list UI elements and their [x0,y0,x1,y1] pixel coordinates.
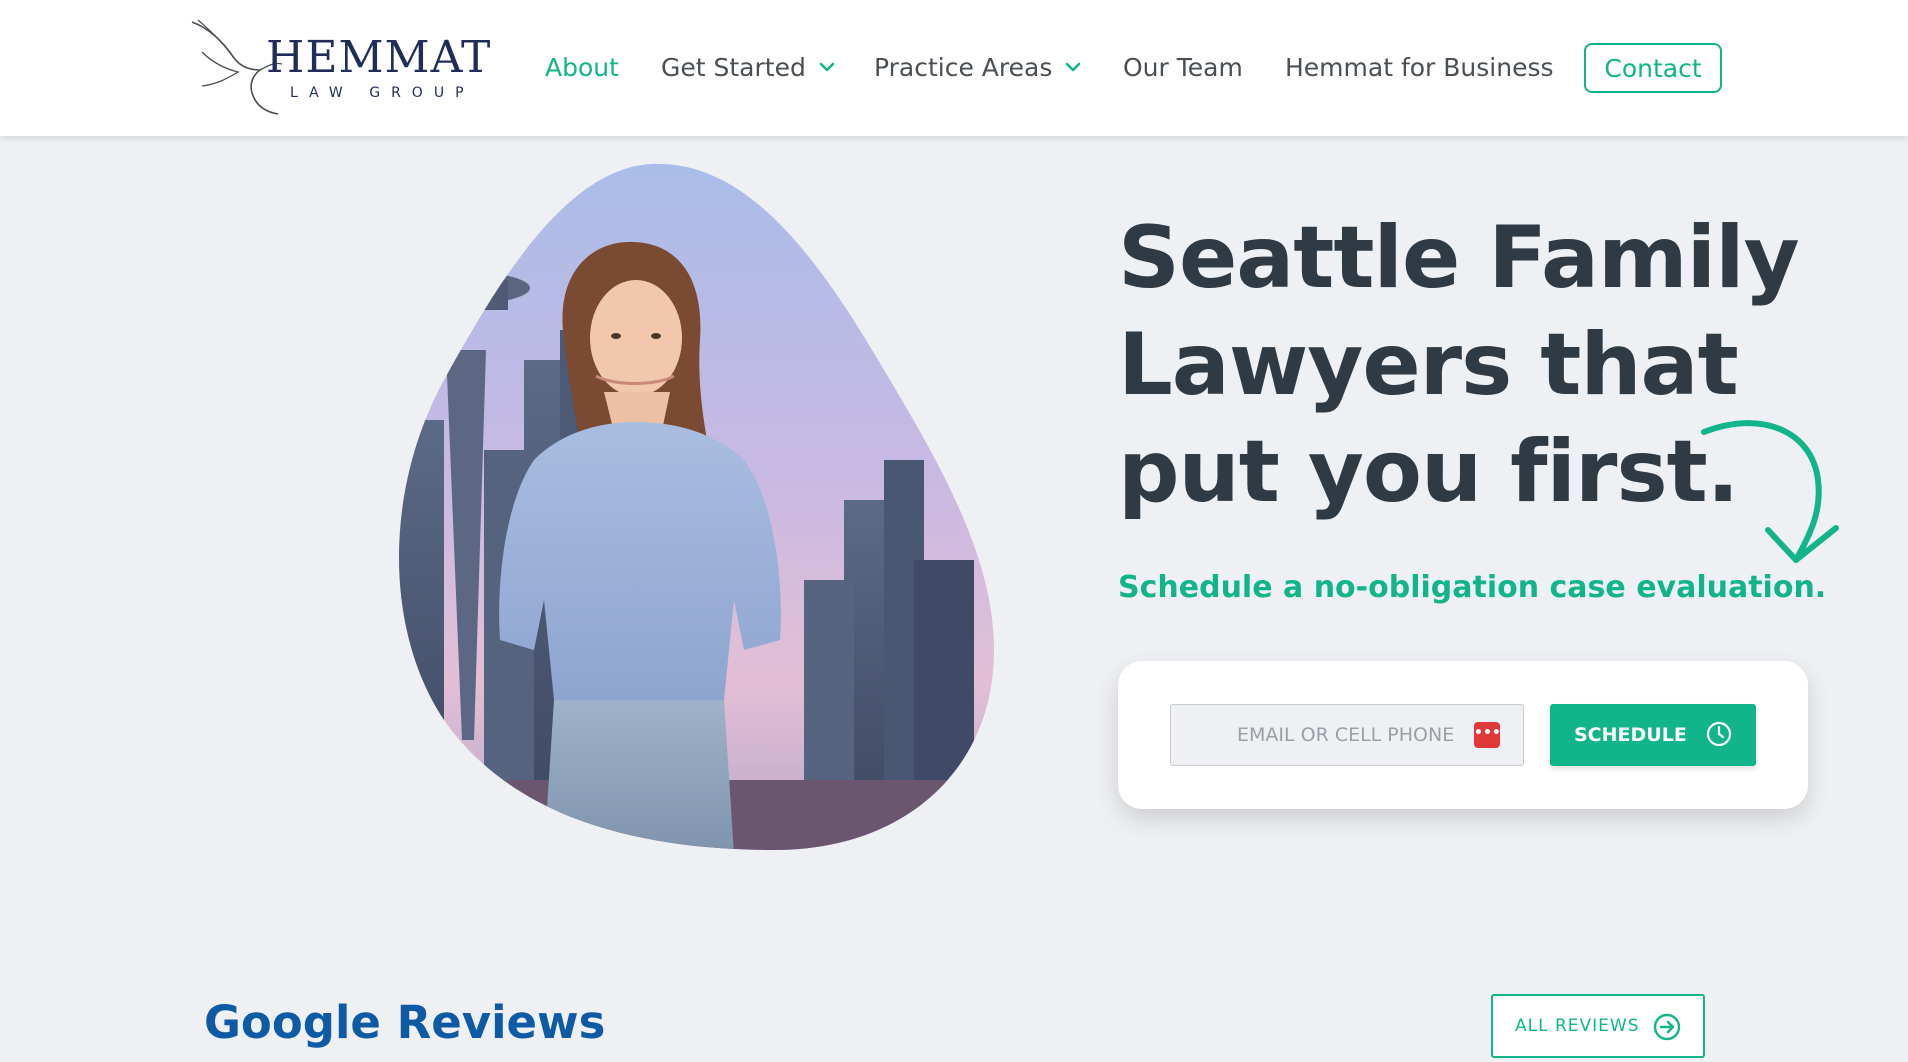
chevron-down-icon [1066,62,1081,72]
password-manager-badge-icon[interactable]: ••• [1474,722,1501,748]
email-or-phone-input[interactable] [1170,704,1524,766]
nav-hemmat-for-business[interactable]: Hemmat for Business [1285,44,1554,90]
curved-arrow-icon [1701,420,1839,563]
all-reviews-button[interactable]: ALL REVIEWS [1491,994,1705,1058]
hero-subtitle: Schedule a no-obligation case evaluation… [1118,570,1827,605]
nav-get-started-label: Get Started [661,52,806,82]
google-reviews-heading: Google Reviews [204,996,606,1049]
schedule-form-card: ••• SCHEDULE [1118,661,1808,809]
nav-practice-areas-label: Practice Areas [874,52,1053,82]
logo-subtitle: LAW GROUP [290,85,475,101]
all-reviews-label: ALL REVIEWS [1515,1016,1640,1036]
site-header: HEMMAT LAW GROUP About Get Started Pract… [0,0,1908,136]
nav-get-started[interactable]: Get Started [661,44,836,90]
chevron-down-icon [819,62,835,72]
schedule-button[interactable]: SCHEDULE [1550,704,1756,766]
hemmat-logo[interactable]: HEMMAT LAW GROUP [188,18,490,118]
contact-button[interactable]: Contact [1584,43,1722,93]
nav-about[interactable]: About [545,44,619,90]
logo-wordmark: HEMMAT [266,32,492,83]
nav-practice-areas[interactable]: Practice Areas [874,44,1082,90]
nav-business-label: Hemmat for Business [1285,52,1554,82]
schedule-button-label: SCHEDULE [1574,724,1687,746]
clock-icon [1706,721,1732,747]
hero-image [399,163,994,851]
nav-our-team[interactable]: Our Team [1123,44,1243,90]
nav-about-label: About [545,52,619,82]
arrow-right-circle-icon [1653,1013,1681,1041]
nav-our-team-label: Our Team [1123,52,1243,82]
